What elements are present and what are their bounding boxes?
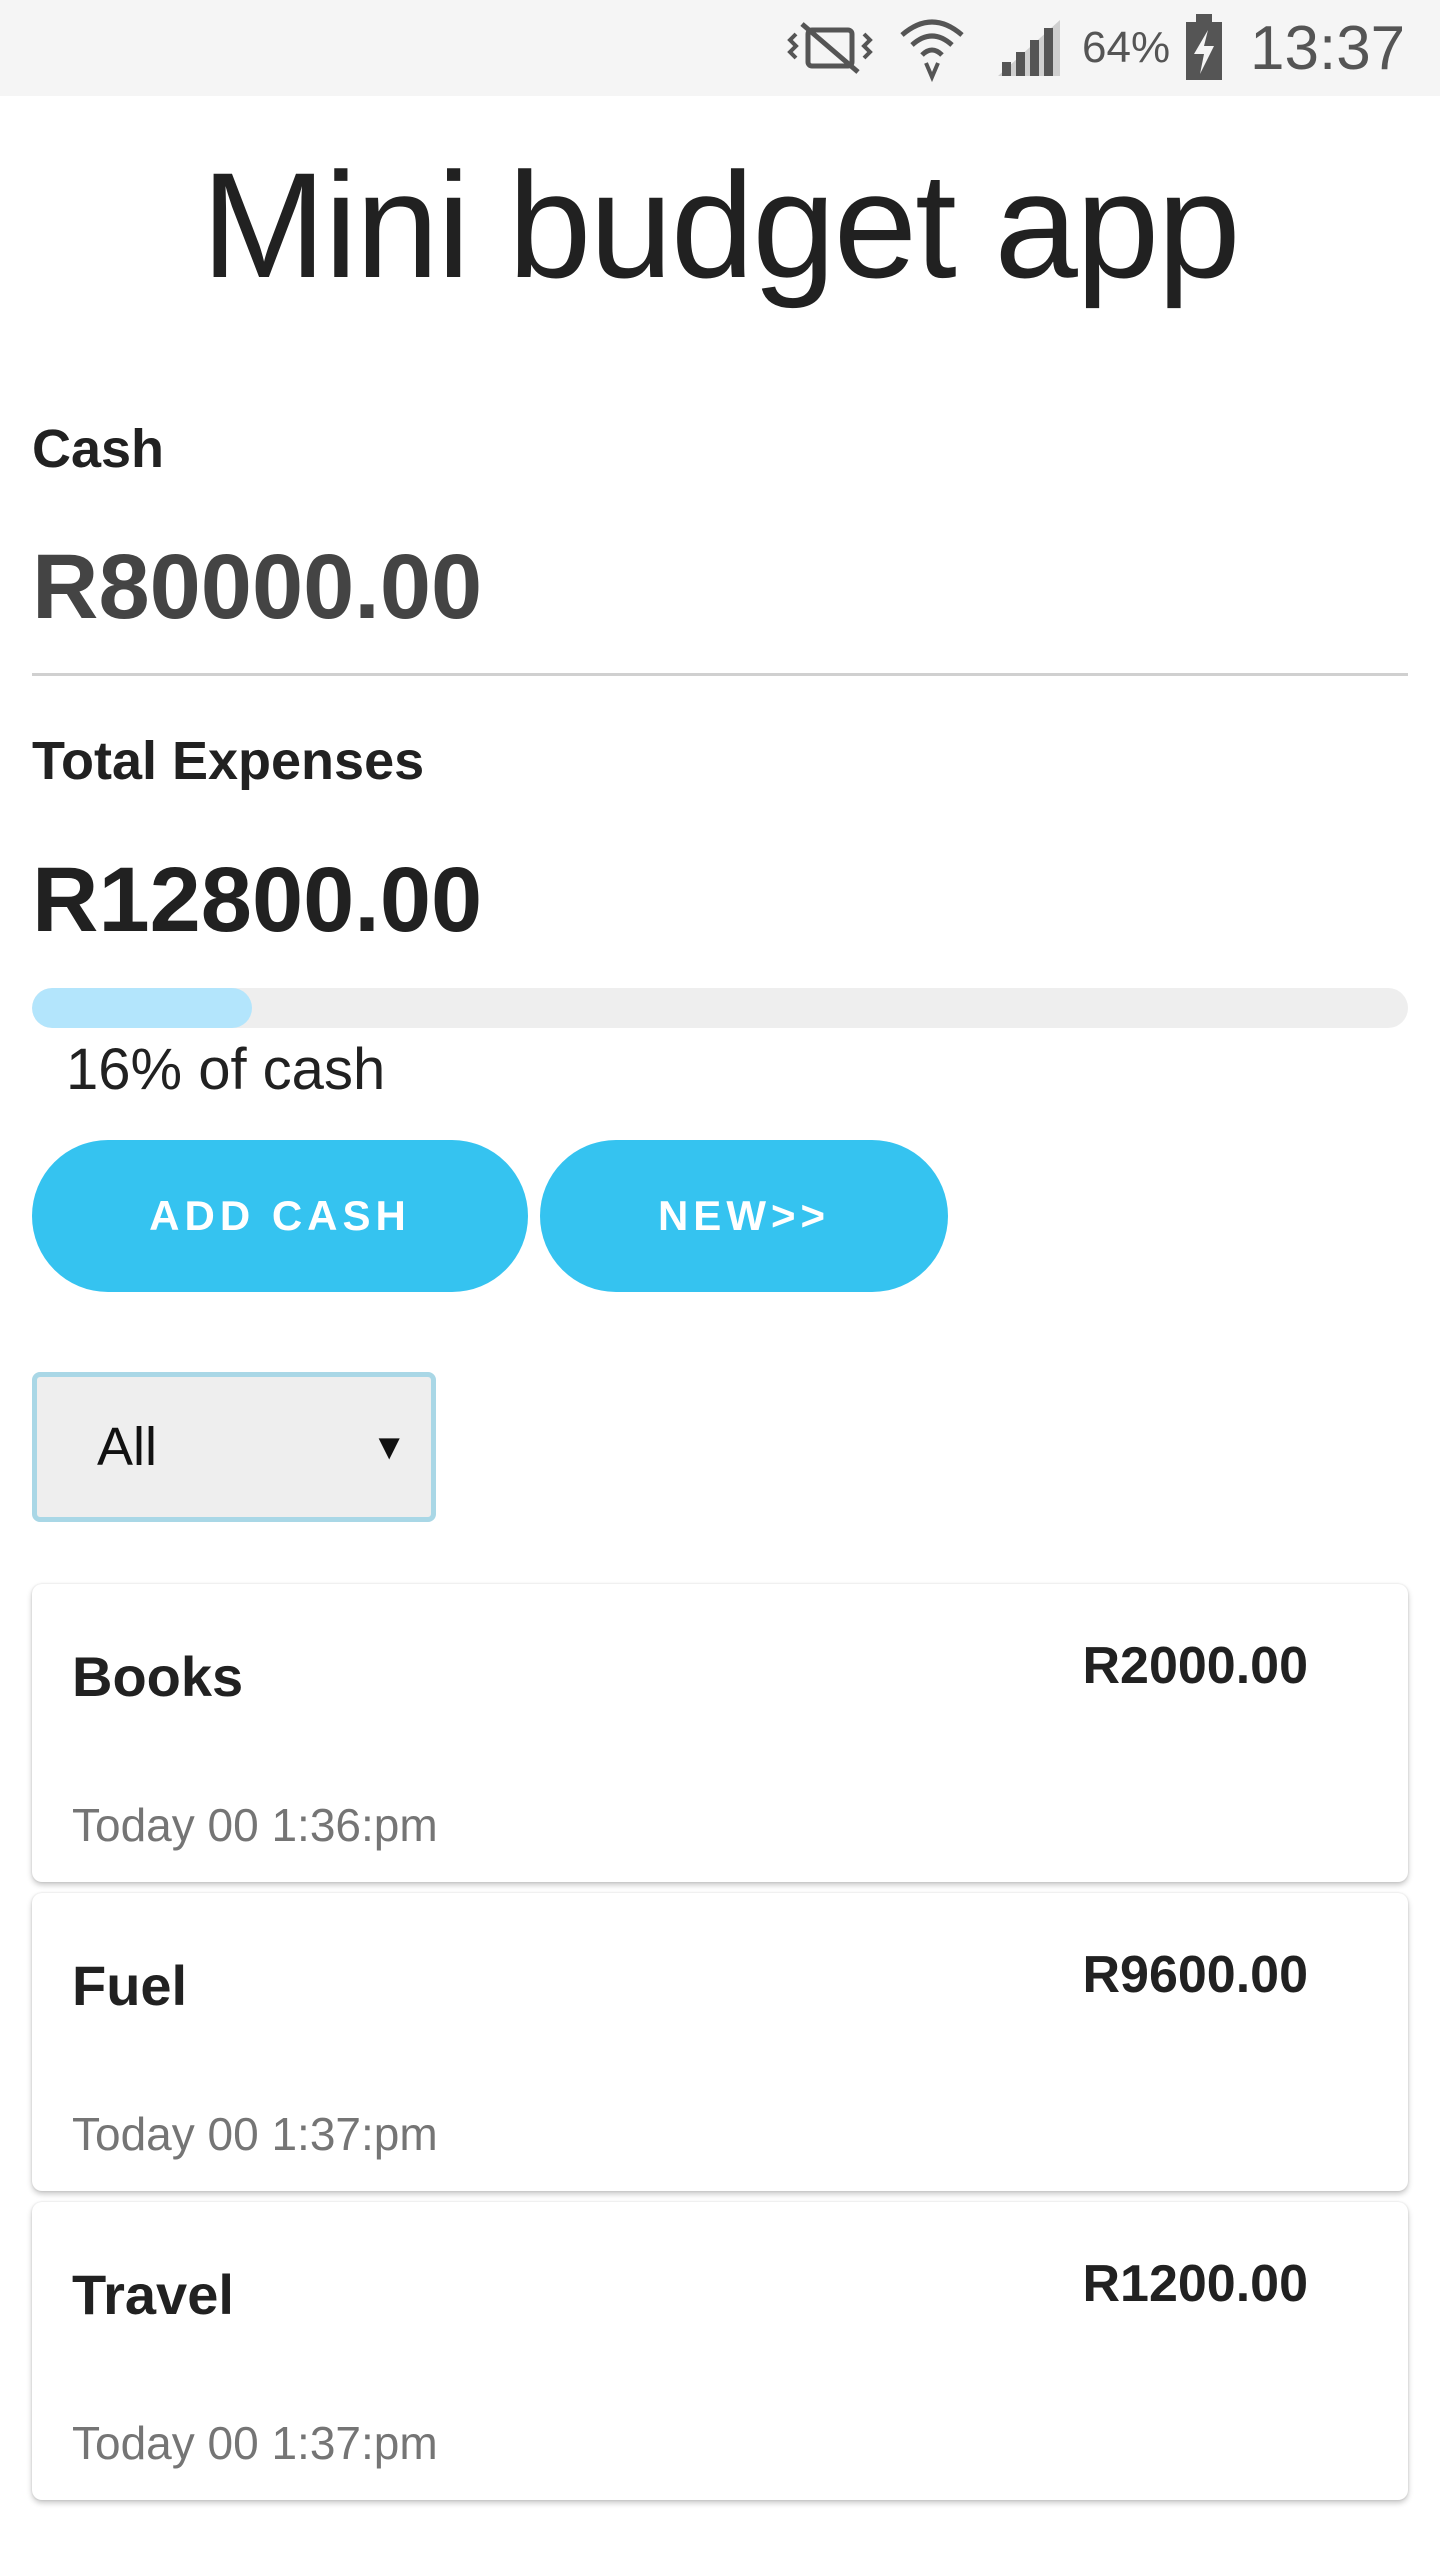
total-expenses-amount: R12800.00 (32, 849, 483, 951)
wifi-icon (896, 0, 968, 96)
expenses-progress-text: 16% of cash (66, 1037, 386, 1102)
filter-selected-value: All (97, 1417, 158, 1477)
vibrate-mute-icon (782, 0, 878, 96)
add-cash-button[interactable]: ADD CASH (32, 1140, 528, 1292)
battery-percent: 64% (1082, 23, 1171, 72)
cash-label: Cash (32, 419, 165, 479)
expense-timestamp: Today 00 1:37:pm (72, 2108, 438, 2160)
category-filter-select[interactable]: All ▼ (32, 1372, 436, 1522)
expense-card[interactable]: Travel R1200.00 Today 00 1:37:pm (32, 2202, 1408, 2500)
expense-name: Books (72, 1645, 244, 1708)
expenses-progress-fill (32, 988, 253, 1028)
expense-amount: R9600.00 (1082, 1946, 1308, 2004)
expense-card[interactable]: Fuel R9600.00 Today 00 1:37:pm (32, 1893, 1408, 2191)
expense-amount: R1200.00 (1082, 2255, 1308, 2313)
expense-name: Travel (72, 2263, 234, 2326)
battery-charging-icon (1182, 0, 1226, 96)
total-expenses-label: Total Expenses (32, 731, 425, 791)
expense-name: Fuel (72, 1954, 188, 2017)
app-title: Mini budget app (201, 141, 1240, 309)
expense-timestamp: Today 00 1:36:pm (72, 1799, 438, 1851)
new-expense-button[interactable]: NEW>> (540, 1140, 948, 1292)
expense-timestamp: Today 00 1:37:pm (72, 2417, 438, 2469)
cash-amount: R80000.00 (32, 536, 483, 638)
expenses-progress-bar (32, 988, 1408, 1028)
expense-amount: R2000.00 (1082, 1637, 1308, 1695)
expense-card[interactable]: Books R2000.00 Today 00 1:36:pm (32, 1584, 1408, 1882)
signal-icon (994, 0, 1064, 96)
dropdown-caret-icon: ▼ (371, 1426, 407, 1467)
status-bar: 64% 13:37 (0, 0, 1440, 96)
status-clock: 13:37 (1250, 13, 1406, 83)
divider (32, 673, 1408, 676)
